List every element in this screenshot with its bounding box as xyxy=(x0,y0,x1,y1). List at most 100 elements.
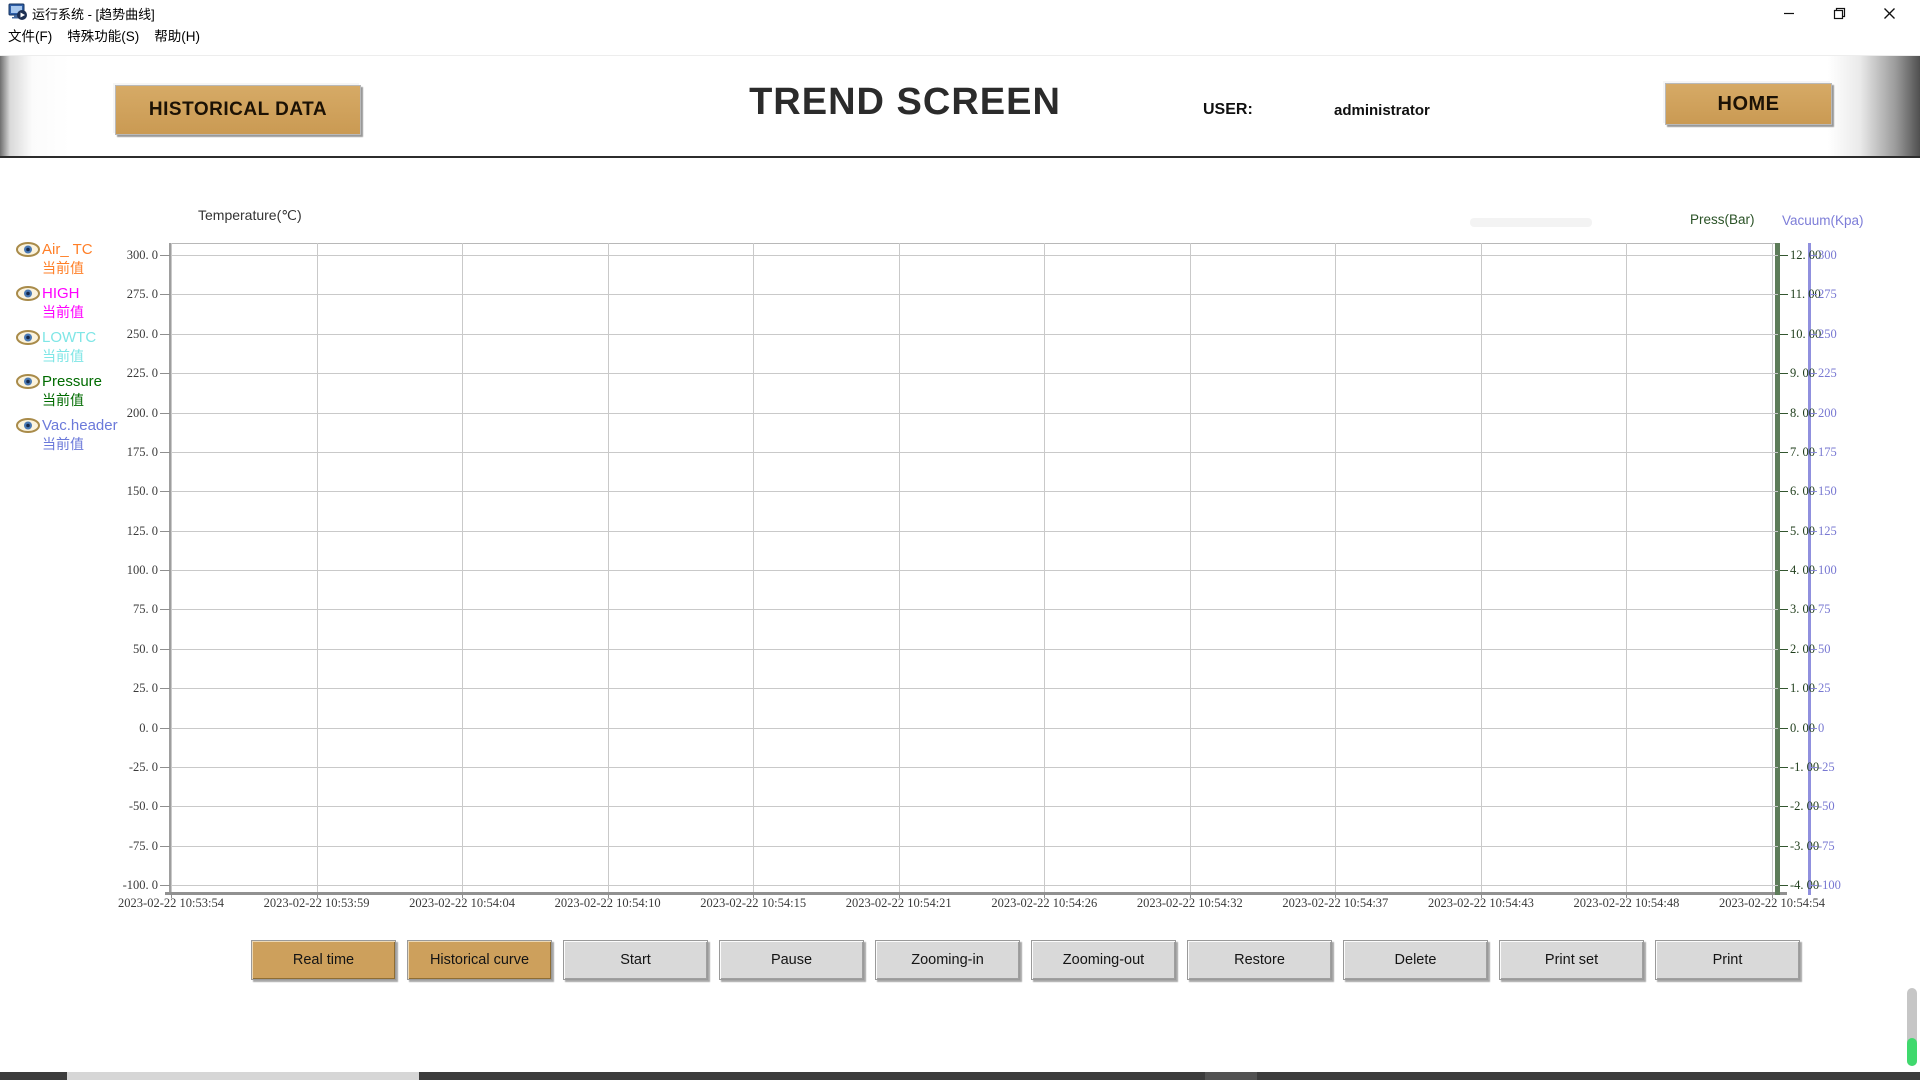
h-gridline xyxy=(171,688,1778,689)
time-tick-label: 2023-02-22 10:54:54 xyxy=(1719,897,1825,910)
temperature-tick-label: 175. 0 xyxy=(96,446,158,459)
press-tick-mark xyxy=(1780,767,1788,768)
temperature-tick-label: 100. 0 xyxy=(96,564,158,577)
vacuum-tick-label: -50 xyxy=(1818,800,1835,813)
time-tick-label: 2023-02-22 10:54:37 xyxy=(1282,897,1388,910)
temperature-tick-label: 25. 0 xyxy=(96,682,158,695)
taskbar-app-segment[interactable] xyxy=(67,1072,419,1080)
h-gridline xyxy=(171,649,1778,650)
temperature-tick-label: 275. 0 xyxy=(96,288,158,301)
taskbar[interactable] xyxy=(0,1072,1920,1080)
v-gridline xyxy=(899,243,900,892)
temperature-tick-mark xyxy=(160,649,170,650)
plot-bottom-border xyxy=(165,892,1787,895)
vacuum-tick-label: 175 xyxy=(1818,446,1837,459)
temperature-tick-label: 150. 0 xyxy=(96,485,158,498)
scrollbar-thumb[interactable] xyxy=(1907,1038,1917,1066)
trend-chart: Temperature(℃) Press(Bar) Vacuum(Kpa) 30… xyxy=(0,0,1920,1080)
toolbar-button-restore[interactable]: Restore xyxy=(1187,940,1332,980)
toolbar: Real time Historical curve Start Pause Zoomi… xyxy=(251,940,1800,980)
vacuum-tick-label: 200 xyxy=(1818,406,1837,419)
vacuum-axis-title: Vacuum(Kpa) xyxy=(1782,213,1864,228)
vacuum-tick-mark xyxy=(1811,570,1817,571)
time-tick-label: 2023-02-22 10:53:59 xyxy=(264,897,370,910)
v-gridline xyxy=(1772,243,1773,892)
v-gridline xyxy=(462,243,463,892)
vacuum-tick-mark xyxy=(1811,373,1817,374)
toolbar-button-print[interactable]: Print xyxy=(1655,940,1800,980)
h-gridline xyxy=(171,767,1778,768)
h-gridline xyxy=(171,334,1778,335)
h-gridline xyxy=(171,609,1778,610)
toolbar-button-zooming-in[interactable]: Zooming-in xyxy=(875,940,1020,980)
press-axis-title: Press(Bar) xyxy=(1690,212,1755,227)
h-gridline xyxy=(171,373,1778,374)
vacuum-tick-label: 75 xyxy=(1818,603,1831,616)
v-gridline xyxy=(1626,243,1627,892)
h-gridline xyxy=(171,294,1778,295)
time-tick-label: 2023-02-22 10:54:32 xyxy=(1137,897,1243,910)
vacuum-tick-mark xyxy=(1811,452,1817,453)
press-tick-mark xyxy=(1780,846,1788,847)
temperature-tick-mark xyxy=(160,806,170,807)
h-gridline xyxy=(171,491,1778,492)
vacuum-tick-label: 100 xyxy=(1818,564,1837,577)
temperature-tick-label: 50. 0 xyxy=(96,643,158,656)
temperature-tick-label: -25. 0 xyxy=(96,761,158,774)
toolbar-button-pause[interactable]: Pause xyxy=(719,940,864,980)
vacuum-tick-label: -25 xyxy=(1818,761,1835,774)
temperature-tick-mark xyxy=(160,491,170,492)
temperature-tick-mark xyxy=(160,373,170,374)
temperature-tick-label: 0. 0 xyxy=(96,721,158,734)
h-gridline xyxy=(171,531,1778,532)
temperature-tick-mark xyxy=(160,846,170,847)
toolbar-button-print-set[interactable]: Print set xyxy=(1499,940,1644,980)
toolbar-button-zooming-out[interactable]: Zooming-out xyxy=(1031,940,1176,980)
vacuum-tick-mark xyxy=(1811,649,1817,650)
time-tick-label: 2023-02-22 10:54:15 xyxy=(700,897,806,910)
vacuum-tick-mark xyxy=(1811,334,1817,335)
press-tick-mark xyxy=(1780,452,1788,453)
toolbar-button-historical-curve[interactable]: Historical curve xyxy=(407,940,552,980)
vacuum-tick-label: -100 xyxy=(1818,879,1841,892)
toolbar-button-delete[interactable]: Delete xyxy=(1343,940,1488,980)
chart-scroll-hint xyxy=(1470,218,1592,227)
press-tick-mark xyxy=(1780,649,1788,650)
press-tick-mark xyxy=(1780,570,1788,571)
taskbar-segment[interactable] xyxy=(1205,1072,1257,1080)
temperature-tick-label: 125. 0 xyxy=(96,524,158,537)
temperature-tick-mark xyxy=(160,413,170,414)
temperature-tick-label: -50. 0 xyxy=(96,800,158,813)
temperature-tick-mark xyxy=(160,570,170,571)
temperature-tick-mark xyxy=(160,728,170,729)
temperature-tick-label: 300. 0 xyxy=(96,249,158,262)
time-tick-label: 2023-02-22 10:53:54 xyxy=(118,897,224,910)
temperature-tick-mark xyxy=(160,255,170,256)
vacuum-tick-mark xyxy=(1811,767,1817,768)
temperature-tick-label: -75. 0 xyxy=(96,839,158,852)
h-gridline xyxy=(171,885,1778,886)
toolbar-button-start[interactable]: Start xyxy=(563,940,708,980)
vacuum-tick-label: 300 xyxy=(1818,249,1837,262)
scrollbar-track[interactable] xyxy=(1907,988,1917,1066)
time-tick-label: 2023-02-22 10:54:04 xyxy=(409,897,515,910)
vacuum-tick-mark xyxy=(1811,531,1817,532)
toolbar-button-real-time[interactable]: Real time xyxy=(251,940,396,980)
vacuum-tick-label: 25 xyxy=(1818,682,1831,695)
v-gridline xyxy=(1044,243,1045,892)
temperature-tick-mark xyxy=(160,294,170,295)
temperature-tick-mark xyxy=(160,334,170,335)
v-gridline xyxy=(608,243,609,892)
temperature-tick-mark xyxy=(160,531,170,532)
temperature-tick-label: -100. 0 xyxy=(96,879,158,892)
vacuum-tick-label: 150 xyxy=(1818,485,1837,498)
v-gridline xyxy=(1190,243,1191,892)
temperature-tick-mark xyxy=(160,609,170,610)
press-tick-mark xyxy=(1780,531,1788,532)
vacuum-tick-label: 50 xyxy=(1818,643,1831,656)
vacuum-tick-mark xyxy=(1811,255,1817,256)
vacuum-tick-label: -75 xyxy=(1818,839,1835,852)
vacuum-tick-mark xyxy=(1811,413,1817,414)
press-axis-line xyxy=(1775,243,1780,895)
press-tick-mark xyxy=(1780,806,1788,807)
